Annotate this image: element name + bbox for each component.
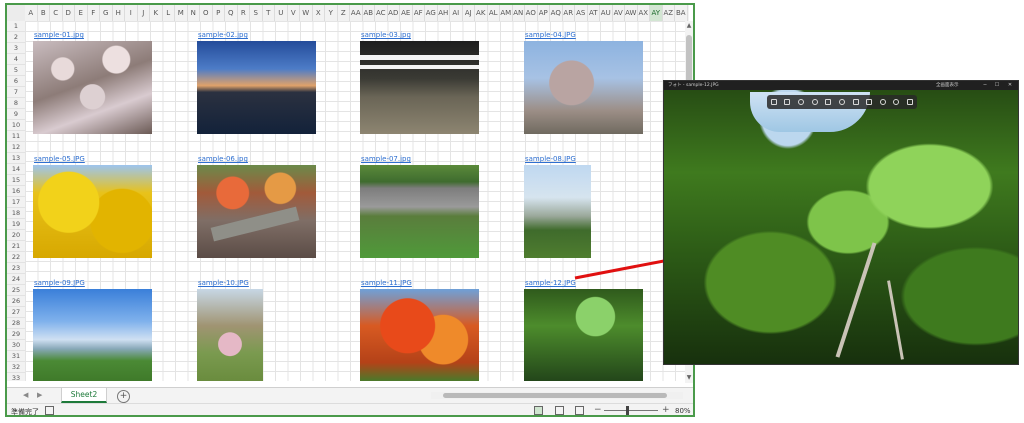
crop-icon[interactable] (838, 99, 845, 105)
zoom-out-icon[interactable] (811, 99, 818, 105)
rotate-icon[interactable] (825, 99, 832, 105)
info-icon[interactable] (893, 99, 900, 105)
draw-icon[interactable] (852, 99, 859, 105)
more-icon[interactable] (907, 99, 914, 105)
close-icon[interactable]: ✕ (1005, 81, 1015, 90)
viewer-title-bar: フォト - sample-12.JPG 全画面表示 ─ ☐ ✕ (664, 81, 1018, 90)
tree-trunk (835, 242, 877, 358)
image-icon[interactable] (770, 99, 777, 105)
viewer-photo (664, 90, 1018, 364)
tree-trunk-2 (887, 280, 904, 360)
zoom-in-icon[interactable] (798, 99, 805, 105)
fullscreen-button[interactable]: 全画面表示 (936, 81, 959, 90)
edit-icon[interactable] (784, 99, 791, 105)
photo-viewer-window: フォト - sample-12.JPG 全画面表示 ─ ☐ ✕ (663, 80, 1019, 365)
viewer-title: フォト - sample-12.JPG (668, 83, 719, 88)
minimize-icon[interactable]: ─ (980, 81, 990, 90)
favorite-icon[interactable] (879, 99, 886, 105)
delete-icon[interactable] (866, 99, 873, 105)
maximize-icon[interactable]: ☐ (992, 81, 1002, 90)
viewer-toolbar (767, 95, 917, 109)
